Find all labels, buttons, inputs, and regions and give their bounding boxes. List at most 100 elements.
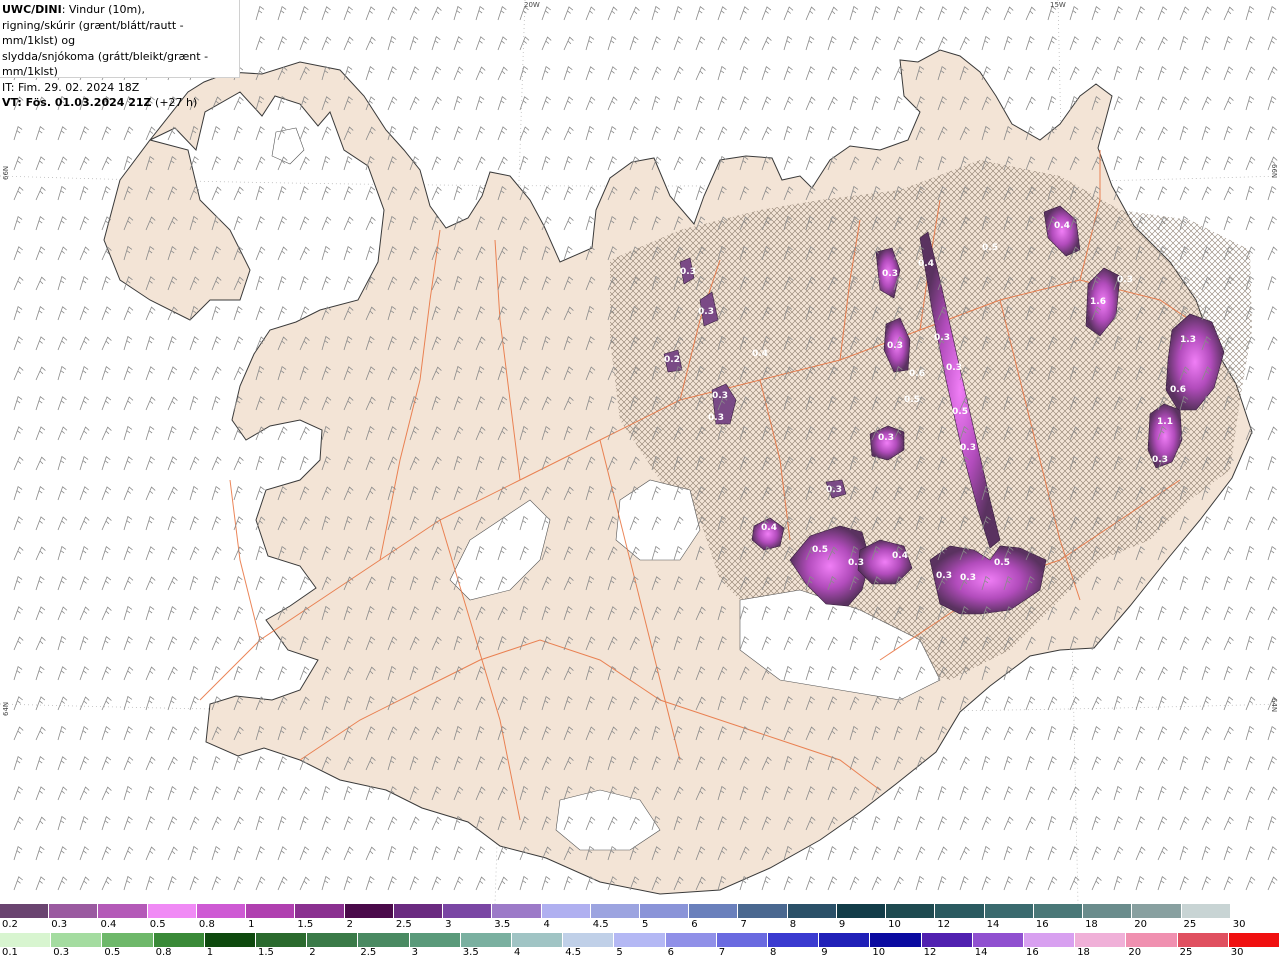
- wind-barb: [1201, 6, 1212, 21]
- wind-barb: [519, 126, 530, 141]
- wind-barb: [1157, 756, 1168, 771]
- wind-barb: [519, 155, 529, 171]
- wind-barb: [101, 726, 111, 741]
- precip-value-label: 0.3: [848, 558, 864, 568]
- wind-barb: [145, 605, 155, 621]
- colorbar-tick-label: 9: [821, 947, 828, 958]
- wind-barb: [1201, 186, 1212, 201]
- wind-barb: [827, 126, 837, 141]
- wind-barb: [871, 95, 881, 111]
- wind-barb: [299, 36, 310, 51]
- colorbar-cell: [460, 933, 512, 947]
- wind-barb: [783, 35, 793, 51]
- wind-barb: [1135, 636, 1145, 651]
- wind-barb: [1025, 726, 1036, 741]
- wind-barb: [519, 875, 529, 891]
- colorbar-tick-label: 16: [1035, 919, 1049, 930]
- wind-barb: [629, 36, 639, 51]
- wind-barb: [255, 606, 266, 621]
- wind-barb: [101, 876, 112, 891]
- wind-barb: [431, 126, 441, 141]
- colorbar-cell: [246, 904, 296, 918]
- colorbar-cell: [1230, 904, 1280, 918]
- wind-barb: [1157, 156, 1167, 171]
- wind-barb: [1267, 426, 1278, 441]
- colorbar-tick-label: 6: [691, 919, 698, 930]
- wind-barb: [1245, 455, 1255, 471]
- wind-barb: [211, 125, 221, 141]
- lon-label-20w: 20W: [524, 1, 540, 9]
- wind-barb: [1267, 815, 1277, 831]
- wind-barb: [409, 816, 420, 831]
- wind-barb: [563, 186, 574, 201]
- wind-barb: [1003, 696, 1013, 711]
- precip-value-label: 0.4: [1054, 221, 1070, 231]
- wind-barb: [1201, 876, 1211, 891]
- wind-barb: [1201, 35, 1211, 51]
- wind-barb: [651, 126, 661, 141]
- wind-barb: [211, 665, 221, 681]
- precip-value-label: 0.2: [664, 355, 680, 365]
- wind-barb: [211, 575, 221, 591]
- wind-barb: [233, 786, 244, 801]
- wind-barb: [57, 216, 67, 231]
- wind-barb: [123, 636, 133, 651]
- wind-barb: [233, 216, 243, 231]
- wind-barb: [145, 396, 156, 411]
- wind-barb: [651, 5, 661, 21]
- wind-barb: [1267, 36, 1277, 51]
- wind-barb: [783, 125, 793, 141]
- wind-barb: [35, 186, 46, 201]
- wind-barb: [79, 336, 90, 351]
- wind-barb: [299, 156, 310, 171]
- wind-barb: [453, 126, 463, 141]
- wind-barb: [57, 365, 67, 381]
- wind-barb: [233, 846, 243, 861]
- wind-barb: [343, 875, 353, 891]
- wind-barb: [1157, 696, 1167, 711]
- wind-barb: [79, 126, 89, 141]
- colorbar-cell: [147, 904, 197, 918]
- wind-barb: [651, 66, 662, 81]
- wind-barb: [893, 876, 904, 891]
- wind-barb: [453, 156, 464, 171]
- precip-value-label: 1.3: [1180, 335, 1196, 345]
- wind-barb: [233, 186, 244, 201]
- wind-barb: [233, 876, 244, 891]
- wind-barb: [79, 426, 90, 441]
- wind-barb: [321, 186, 331, 201]
- wind-barb: [123, 605, 133, 621]
- wind-barb: [673, 95, 683, 111]
- wind-barb: [1223, 816, 1234, 831]
- colorbar-cell: [541, 904, 591, 918]
- wind-barb: [167, 486, 178, 501]
- wind-barb: [1113, 96, 1123, 111]
- wind-barb: [299, 186, 309, 201]
- wind-barb: [145, 636, 155, 651]
- wind-barb: [101, 396, 112, 411]
- wind-barb: [1245, 635, 1255, 651]
- wind-barb: [431, 186, 442, 201]
- precip-value-label: 0.3: [887, 341, 903, 351]
- wind-barb: [981, 6, 992, 21]
- colorbar-tick-label: 0.8: [155, 947, 172, 958]
- wind-barb: [893, 36, 904, 51]
- wind-barb: [101, 696, 112, 711]
- wind-barb: [233, 306, 243, 321]
- westfjords: [103, 139, 251, 321]
- wind-barb: [233, 636, 244, 651]
- wind-barb: [805, 35, 815, 51]
- wind-barb: [277, 666, 287, 681]
- wind-barb: [893, 816, 903, 831]
- wind-barb: [1135, 666, 1146, 681]
- wind-barb: [497, 846, 508, 861]
- wind-barb: [211, 816, 222, 831]
- wind-barb: [321, 245, 331, 261]
- wind-barb: [409, 876, 419, 891]
- precip-value-label: 0.4: [752, 349, 768, 359]
- wind-barb: [1179, 6, 1190, 21]
- colorbar-tick-label: 4.5: [565, 947, 582, 958]
- wind-barb: [277, 216, 287, 231]
- wind-barb: [1267, 725, 1277, 741]
- wind-barb: [1267, 516, 1278, 531]
